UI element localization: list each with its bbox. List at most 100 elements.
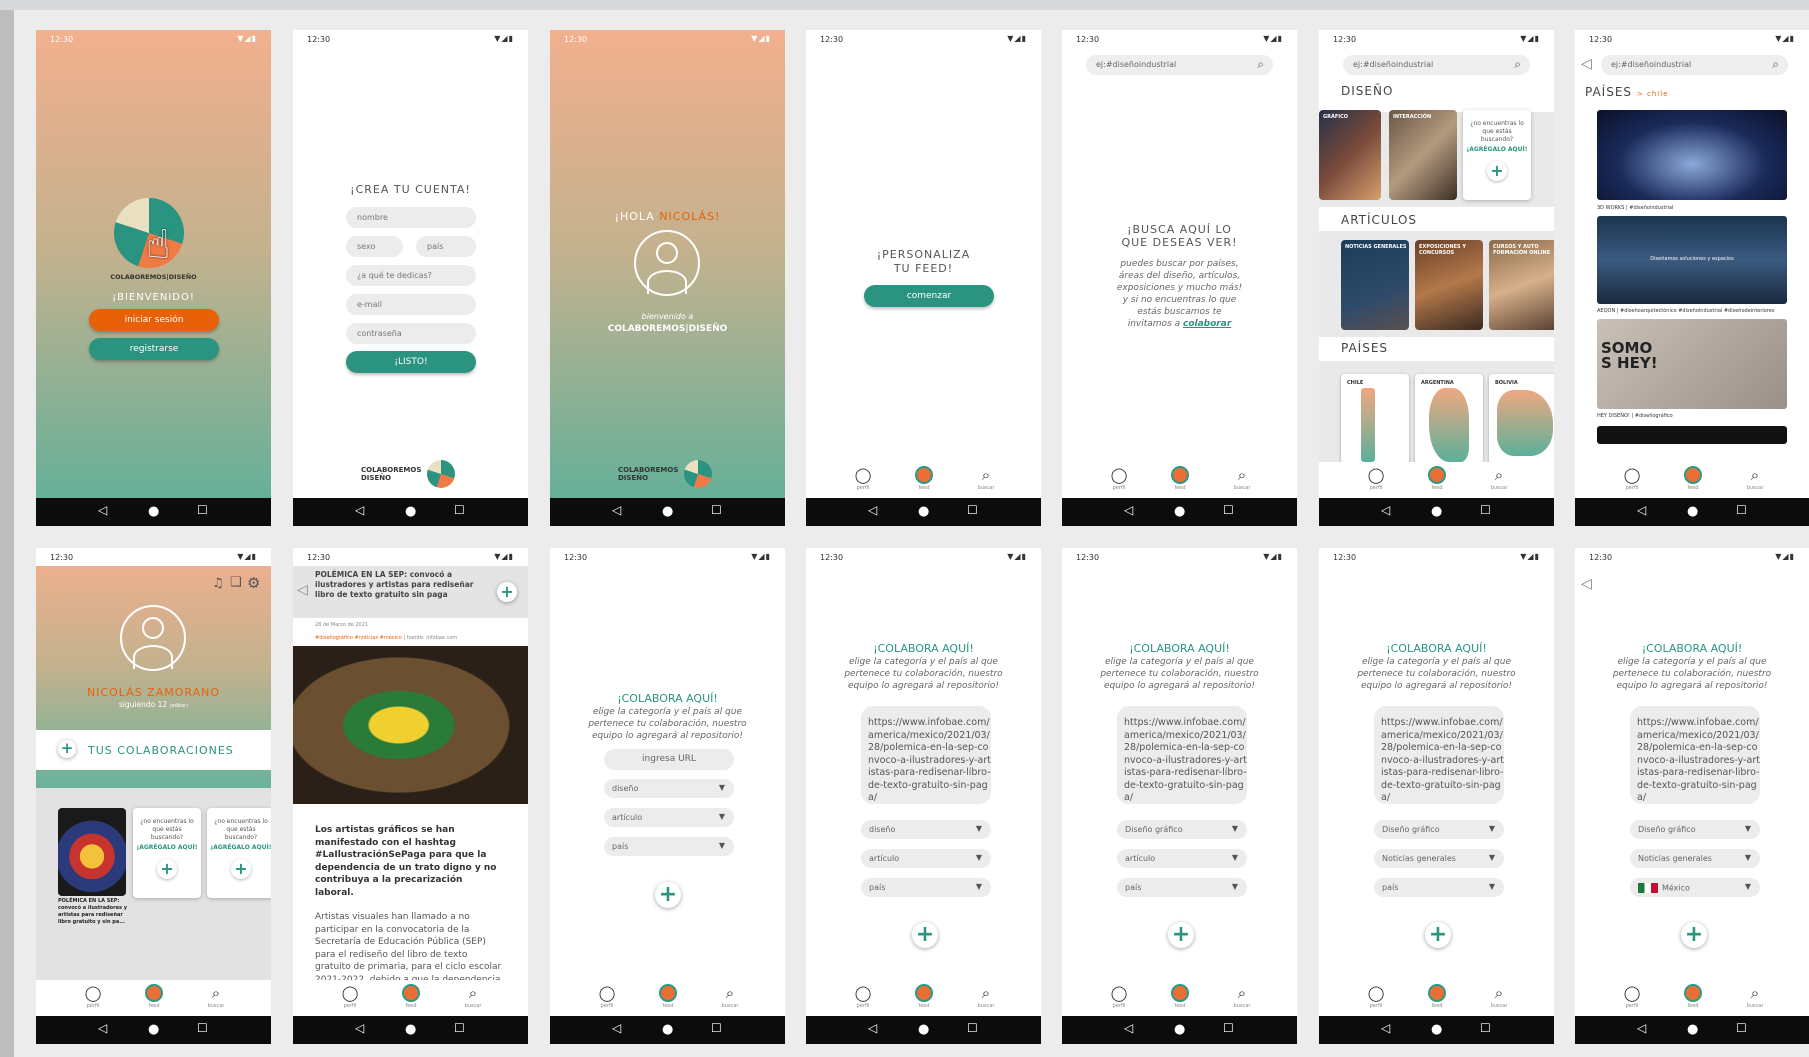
back-icon[interactable]: ◁ — [1381, 503, 1390, 517]
home-icon[interactable]: ● — [662, 1022, 673, 1037]
home-icon[interactable]: ● — [918, 1022, 929, 1037]
back-icon[interactable]: ◁ — [1124, 1021, 1133, 1035]
url-input[interactable]: https://www.infobae.com/america/mexico/2… — [861, 706, 991, 804]
nav-feed[interactable]: feed — [648, 984, 688, 1009]
subcategory-select[interactable]: Noticias generales ▼ — [1374, 849, 1504, 868]
result-image-more[interactable] — [1597, 426, 1787, 444]
name-field[interactable]: nombre — [346, 207, 476, 228]
login-button[interactable]: iniciar sesión — [89, 309, 219, 331]
nav-perfil[interactable]: ◯ perfil — [1612, 466, 1652, 491]
nav-perfil[interactable]: ◯ perfil — [1356, 466, 1396, 491]
map-chile[interactable]: CHILE — [1341, 374, 1409, 464]
occupation-field[interactable]: ¿a qué te dedicas? — [346, 265, 476, 286]
gear-icon[interactable]: ⚙ — [247, 574, 260, 592]
home-icon[interactable]: ● — [662, 504, 673, 519]
nav-feed[interactable]: feed — [1417, 984, 1457, 1009]
recent-apps-icon[interactable]: ☐ — [711, 503, 722, 517]
nav-perfil[interactable]: ◯ perfil — [73, 984, 113, 1009]
url-input[interactable]: https://www.infobae.com/america/mexico/2… — [1117, 706, 1247, 804]
home-icon[interactable]: ● — [405, 504, 416, 519]
back-icon[interactable]: ◁ — [98, 503, 107, 517]
add-collab-card[interactable]: ¿no encuentras lo que estás buscando? ¡AG… — [207, 808, 271, 898]
recent-apps-icon[interactable]: ☐ — [967, 503, 978, 517]
recent-apps-icon[interactable]: ☐ — [1480, 1021, 1491, 1035]
category-select[interactable]: Diseño gráfico ▼ — [1374, 820, 1504, 839]
nav-feed[interactable]: feed — [904, 466, 944, 491]
back-icon[interactable]: ◁ — [612, 503, 621, 517]
back-icon[interactable]: ◁ — [868, 503, 877, 517]
nav-feed[interactable]: feed — [134, 984, 174, 1009]
back-arrow-icon[interactable]: ◁ — [1581, 56, 1592, 72]
recent-apps-icon[interactable]: ☐ — [197, 503, 208, 517]
add-category-card[interactable]: ¿no encuentras lo que estás buscando? ¡AG… — [1463, 110, 1531, 200]
nav-feed[interactable]: feed — [1160, 466, 1200, 491]
submit-collab-button[interactable]: + — [912, 922, 938, 948]
url-input[interactable]: ingresa URL — [604, 749, 734, 770]
subcategory-select[interactable]: Noticias generales ▼ — [1630, 849, 1760, 868]
category-select[interactable]: diseño ▼ — [861, 820, 991, 839]
back-icon[interactable]: ◁ — [355, 503, 364, 517]
submit-collab-button[interactable]: + — [1425, 922, 1451, 948]
nav-buscar[interactable]: ⌕ buscar — [453, 984, 493, 1009]
submit-collab-button[interactable]: + — [1168, 922, 1194, 948]
nav-perfil[interactable]: ◯ perfil — [587, 984, 627, 1009]
nav-perfil[interactable]: ◯ perfil — [1612, 984, 1652, 1009]
start-button[interactable]: comenzar — [864, 285, 994, 307]
home-icon[interactable]: ● — [918, 504, 929, 519]
tile-exposiciones[interactable]: EXPOSICIONES Y CONCURSOS — [1415, 240, 1483, 330]
category-select[interactable]: Diseño gráfico ▼ — [1630, 820, 1760, 839]
search-input[interactable]: ej:#diseñoindustrial ⌕ — [1086, 55, 1273, 75]
home-icon[interactable]: ● — [1687, 1022, 1698, 1037]
nav-perfil[interactable]: ◯ perfil — [1099, 466, 1139, 491]
recent-apps-icon[interactable]: ☐ — [967, 1021, 978, 1035]
home-icon[interactable]: ● — [1431, 1022, 1442, 1037]
nav-buscar[interactable]: ⌕ buscar — [710, 984, 750, 1009]
submit-button[interactable]: ¡LISTO! — [346, 351, 476, 373]
result-image-hey[interactable]: SOMO S HEY! — [1597, 319, 1787, 409]
add-collab-button[interactable]: + — [58, 740, 76, 758]
nav-buscar[interactable]: ⌕ buscar — [1222, 984, 1262, 1009]
map-argentina[interactable]: ARGENTINA — [1415, 374, 1483, 464]
result-image-3dworks[interactable] — [1597, 110, 1787, 200]
home-icon[interactable]: ● — [1431, 504, 1442, 519]
back-icon[interactable]: ◁ — [1381, 1021, 1390, 1035]
search-input[interactable]: ej:#diseñoindustrial ⌕ — [1601, 55, 1788, 75]
bookmark-icon[interactable]: ❑ — [230, 575, 242, 590]
nav-buscar[interactable]: ⌕ buscar — [1735, 466, 1775, 491]
back-icon[interactable]: ◁ — [355, 1021, 364, 1035]
home-icon[interactable]: ● — [148, 1022, 159, 1037]
nav-feed[interactable]: feed — [1417, 466, 1457, 491]
subcategory-select[interactable]: artículo ▼ — [604, 808, 734, 827]
nav-perfil[interactable]: ◯ perfil — [843, 984, 883, 1009]
save-article-button[interactable]: + — [497, 582, 517, 602]
email-field[interactable]: e-mail — [346, 294, 476, 315]
back-icon[interactable]: ◁ — [1637, 1021, 1646, 1035]
back-arrow-icon[interactable]: ◁ — [297, 582, 308, 598]
bell-icon[interactable]: ♫ — [212, 576, 224, 591]
nav-buscar[interactable]: ⌕ buscar — [196, 984, 236, 1009]
tile-interaccion[interactable]: INTERACCIÓN — [1389, 110, 1457, 200]
nav-feed[interactable]: feed — [1673, 466, 1713, 491]
url-input[interactable]: https://www.infobae.com/america/mexico/2… — [1630, 706, 1760, 804]
back-icon[interactable]: ◁ — [612, 1021, 621, 1035]
country-field[interactable]: país — [416, 236, 476, 257]
country-select[interactable]: país ▼ — [861, 878, 991, 897]
map-bolivia[interactable]: BOLIVIA — [1489, 374, 1554, 464]
collab-image[interactable] — [58, 808, 126, 896]
nav-buscar[interactable]: ⌕ buscar — [966, 466, 1006, 491]
nav-feed[interactable]: feed — [391, 984, 431, 1009]
password-field[interactable]: contraseña — [346, 323, 476, 344]
nav-buscar[interactable]: ⌕ buscar — [1479, 466, 1519, 491]
submit-collab-button[interactable]: + — [1681, 922, 1707, 948]
home-icon[interactable]: ● — [405, 1022, 416, 1037]
register-button[interactable]: registrarse — [89, 338, 219, 360]
sex-field[interactable]: sexo — [346, 236, 403, 257]
recent-apps-icon[interactable]: ☐ — [1480, 503, 1491, 517]
nav-perfil[interactable]: ◯ perfil — [1099, 984, 1139, 1009]
nav-perfil[interactable]: ◯ perfil — [330, 984, 370, 1009]
nav-buscar[interactable]: ⌕ buscar — [1735, 984, 1775, 1009]
url-input[interactable]: https://www.infobae.com/america/mexico/2… — [1374, 706, 1504, 804]
recent-apps-icon[interactable]: ☐ — [1736, 1021, 1747, 1035]
recent-apps-icon[interactable]: ☐ — [197, 1021, 208, 1035]
nav-perfil[interactable]: ◯ perfil — [1356, 984, 1396, 1009]
